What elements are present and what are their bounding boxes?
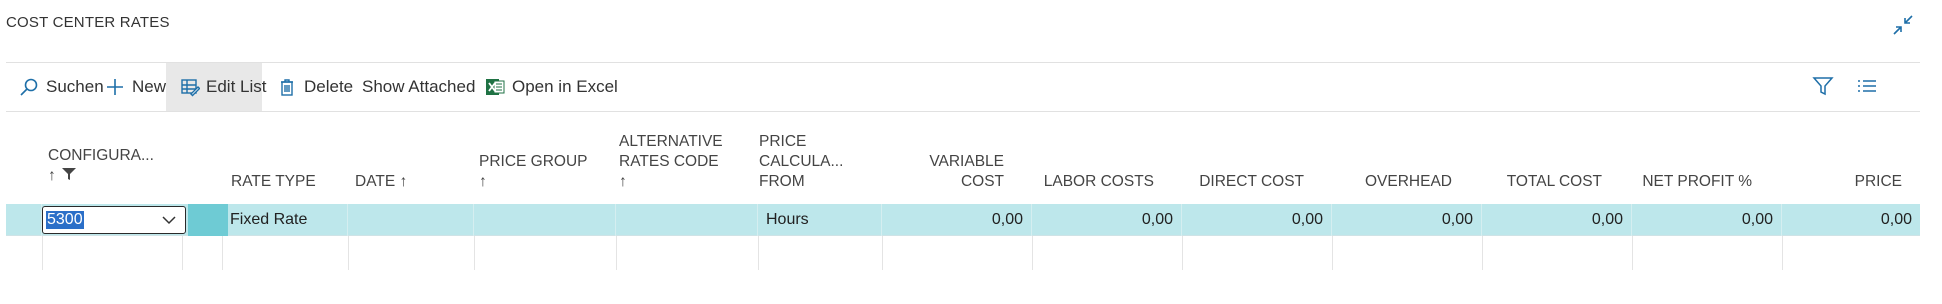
alternative-rates-code-cell[interactable] (616, 204, 758, 236)
edit-list-button[interactable]: Edit List (166, 63, 266, 111)
trash-icon (276, 76, 298, 98)
net-profit-cell[interactable]: 0,00 (1632, 204, 1782, 236)
edit-list-icon (180, 76, 200, 98)
column-header-variable-cost-line2: COST (960, 173, 1004, 190)
table-row[interactable]: 5300 Fixed Rate Hours 0,00 0,00 0,00 0,0… (6, 204, 1920, 236)
column-divider (222, 236, 223, 270)
sort-ascending-icon: ↑ (479, 173, 487, 190)
filter-active-icon (61, 166, 76, 186)
sort-ascending-icon: ↑ (48, 167, 56, 184)
column-divider (1032, 236, 1033, 270)
new-label: New (132, 77, 167, 96)
search-label: Suchen (46, 77, 104, 96)
column-header-overhead[interactable]: OVERHEAD (1324, 112, 1452, 192)
column-header-total-cost-label: TOTAL COST (1506, 173, 1602, 190)
column-header-variable-cost-line1: VARIABLE (929, 153, 1004, 170)
new-button[interactable]: New (104, 63, 166, 111)
search-icon (18, 76, 40, 98)
price-calculation-from-cell[interactable]: Hours (758, 204, 882, 236)
column-header-overhead-label: OVERHEAD (1365, 173, 1452, 190)
column-header-rate-type-label: RATE TYPE (231, 173, 316, 190)
column-header-variable-cost[interactable]: VARIABLE COST (900, 112, 1004, 192)
labor-costs-cell[interactable]: 0,00 (1032, 204, 1182, 236)
rates-grid: CONFIGURA... ↑ RATE TYPE DATE ↑ PRICE GR… (0, 112, 1920, 272)
show-attached-label: Show Attached (362, 77, 476, 96)
column-divider (348, 236, 349, 270)
configuration-value: 5300 (46, 211, 84, 229)
column-header-price-group[interactable]: PRICE GROUP ↑ (479, 112, 599, 192)
column-header-alternative-rates-code[interactable]: ALTERNATIVE RATES CODE ↑ (619, 112, 739, 192)
column-header-labor-costs[interactable]: LABOR COSTS (1024, 112, 1154, 192)
column-header-price[interactable]: PRICE (1772, 112, 1902, 192)
show-attached-button[interactable]: Show Attached (362, 63, 475, 111)
empty-row[interactable] (6, 236, 1920, 270)
overhead-cell[interactable]: 0,00 (1332, 204, 1482, 236)
open-in-excel-button[interactable]: Open in Excel (484, 63, 618, 111)
column-header-price-group-label: PRICE GROUP (479, 153, 588, 170)
column-header-rate-type[interactable]: RATE TYPE (231, 112, 331, 192)
date-cell[interactable] (348, 204, 474, 236)
sort-ascending-icon: ↑ (619, 173, 627, 190)
column-divider (1332, 236, 1333, 270)
column-divider (758, 236, 759, 270)
price-cell[interactable]: 0,00 (1782, 204, 1920, 236)
column-header-net-profit[interactable]: NET PROFIT % (1622, 112, 1752, 192)
column-header-price-calculation-from-line1: PRICE (759, 133, 807, 150)
column-header-alternative-rates-code-line1: ALTERNATIVE (619, 133, 723, 150)
row-selector-cell[interactable] (6, 204, 42, 236)
page-title: COST CENTER RATES (6, 14, 170, 31)
column-divider (1782, 236, 1783, 270)
column-header-alternative-rates-code-line2: RATES CODE (619, 153, 719, 170)
delete-label: Delete (304, 77, 354, 96)
column-divider (1182, 236, 1183, 270)
column-header-direct-cost-label: DIRECT COST (1199, 173, 1304, 190)
excel-icon (484, 76, 506, 98)
column-divider (182, 236, 183, 270)
total-cost-cell[interactable]: 0,00 (1482, 204, 1632, 236)
column-header-date[interactable]: DATE ↑ (355, 112, 445, 192)
delete-button[interactable]: Delete (276, 63, 353, 111)
open-in-excel-label: Open in Excel (512, 77, 618, 96)
column-divider (616, 236, 617, 270)
column-divider (882, 236, 883, 270)
column-header-price-calculation-from-line3: FROM (759, 173, 805, 190)
column-header-labor-costs-label: LABOR COSTS (1043, 173, 1154, 190)
list-icon[interactable] (1856, 75, 1880, 99)
column-divider (1632, 236, 1633, 270)
rate-type-cell[interactable]: Fixed Rate (222, 204, 348, 236)
column-header-price-calculation-from[interactable]: PRICE CALCULA... FROM (759, 112, 859, 192)
price-group-cell[interactable] (474, 204, 616, 236)
column-divider (474, 236, 475, 270)
column-divider (42, 236, 43, 270)
column-header-configuration[interactable]: CONFIGURA... ↑ (48, 112, 188, 186)
edit-list-label: Edit List (206, 77, 267, 96)
filter-icon[interactable] (1812, 75, 1836, 99)
plus-icon (104, 76, 126, 98)
collapse-icon[interactable] (1890, 12, 1916, 38)
variable-cost-cell[interactable]: 0,00 (882, 204, 1032, 236)
action-bar: Suchen New Edit List Delete Show Attache… (6, 62, 1920, 112)
column-header-total-cost[interactable]: TOTAL COST (1472, 112, 1602, 192)
column-header-price-calculation-from-line2: CALCULA... (759, 153, 844, 170)
configuration-field[interactable]: 5300 (42, 206, 186, 234)
direct-cost-cell[interactable]: 0,00 (1182, 204, 1332, 236)
column-header-configuration-label: CONFIGURA... (48, 147, 154, 164)
column-header-direct-cost[interactable]: DIRECT COST (1174, 112, 1304, 192)
column-header-price-label: PRICE (1854, 173, 1902, 190)
column-header-date-label: DATE ↑ (355, 173, 408, 190)
chevron-down-icon[interactable] (161, 212, 177, 228)
search-button[interactable]: Suchen (18, 63, 104, 111)
column-divider (1482, 236, 1483, 270)
column-header-net-profit-label: NET PROFIT % (1642, 173, 1752, 190)
